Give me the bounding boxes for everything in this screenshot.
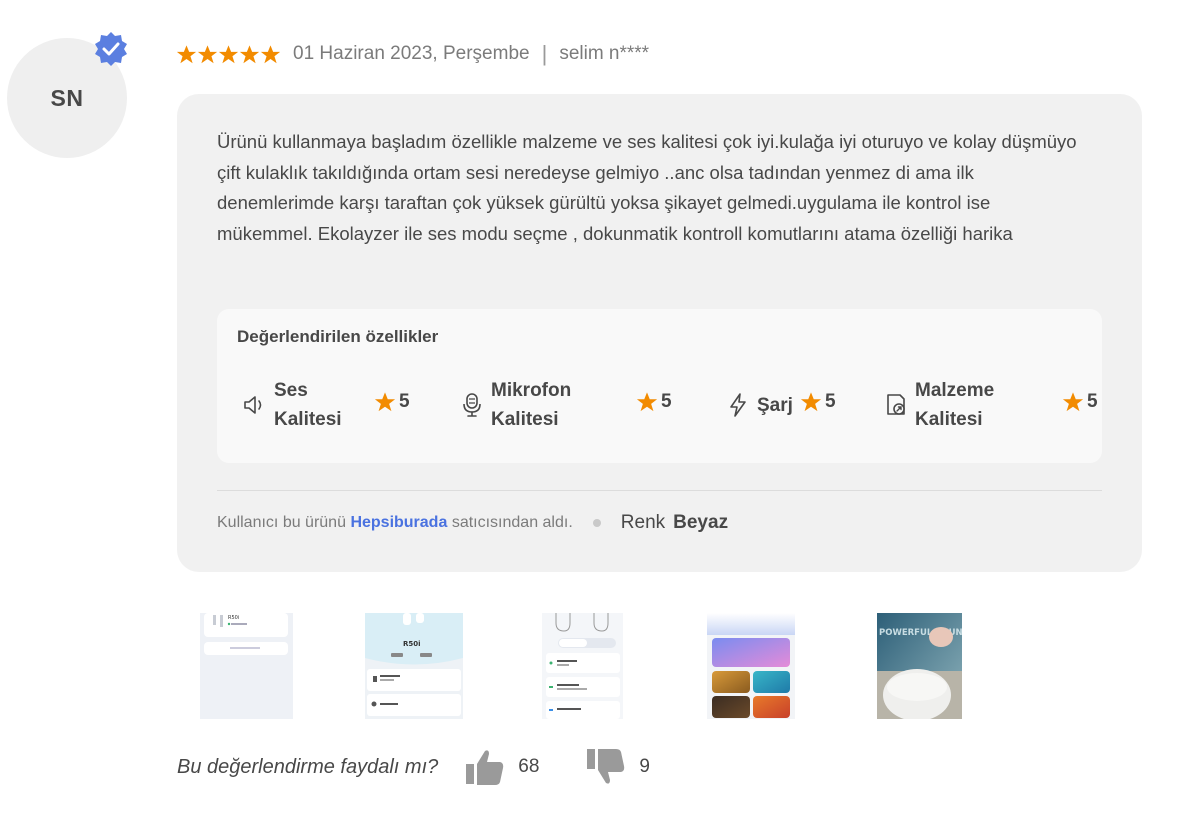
thumbs-up-button[interactable]: 68 bbox=[464, 746, 539, 788]
app-screenshot-image bbox=[546, 613, 620, 719]
feature-charging: Şarj bbox=[725, 375, 793, 435]
app-screenshot-image: R50i bbox=[204, 613, 288, 655]
feature-label: Malzeme Kalitesi bbox=[915, 380, 995, 430]
upvote-count: 68 bbox=[518, 756, 540, 777]
review-image-thumbnail[interactable] bbox=[707, 613, 795, 719]
reviewer-name: selim n**** bbox=[559, 43, 650, 64]
star-icon bbox=[260, 44, 281, 63]
color-value: Beyaz bbox=[673, 512, 729, 533]
star-icon bbox=[176, 44, 197, 63]
review-image-thumbnail[interactable]: R50i bbox=[365, 613, 463, 719]
thumbs-down-icon bbox=[587, 749, 625, 784]
star-icon bbox=[218, 44, 239, 63]
meta-separator: | bbox=[541, 41, 548, 66]
review-meta-row: 01 Haziran 2023, Perşembe | selim n**** bbox=[176, 40, 649, 68]
star-icon bbox=[239, 44, 260, 63]
seller-link[interactable]: Hepsiburada bbox=[350, 514, 447, 532]
microphone-icon bbox=[463, 393, 481, 417]
product-photo-image: POWERFUL SOUND bbox=[877, 613, 962, 719]
thumbs-up-icon bbox=[466, 750, 504, 785]
rating-stars bbox=[176, 44, 281, 65]
review-image-thumbnail[interactable]: POWERFUL SOUND bbox=[877, 613, 962, 719]
svg-text:R50i: R50i bbox=[228, 615, 239, 621]
feature-label: Mikrofon Kalitesi bbox=[491, 380, 572, 430]
material-icon bbox=[887, 394, 905, 415]
star-icon bbox=[197, 44, 218, 63]
star-icon bbox=[800, 392, 822, 412]
feature-microphone-quality: Mikrofon Kalitesi bbox=[459, 375, 571, 435]
lightning-icon bbox=[730, 393, 746, 417]
feature-material-quality: Malzeme Kalitesi bbox=[883, 375, 994, 435]
feature-score: 5 bbox=[636, 391, 672, 413]
reviewer-initials: SN bbox=[50, 84, 84, 111]
feature-label: Ses Kalitesi bbox=[274, 380, 342, 430]
feature-score: 5 bbox=[374, 391, 410, 413]
svg-text:R50i: R50i bbox=[403, 640, 421, 648]
rated-features-title: Değerlendirilen özellikler bbox=[237, 327, 439, 346]
feature-sound-quality: Ses Kalitesi bbox=[242, 375, 342, 435]
app-screenshot-image: R50i bbox=[365, 613, 463, 716]
divider bbox=[217, 490, 1102, 491]
thumbs-down-button[interactable]: 9 bbox=[585, 746, 650, 788]
feature-score: 5 bbox=[800, 391, 836, 413]
star-icon bbox=[374, 392, 396, 412]
star-icon bbox=[1062, 392, 1084, 412]
review-date: 01 Haziran 2023, Perşembe bbox=[293, 43, 530, 64]
separator-dot bbox=[592, 519, 601, 527]
purchase-info: Kullanıcı bu ürünü Hepsiburada satıcısın… bbox=[217, 510, 728, 536]
downvote-count: 9 bbox=[639, 756, 650, 777]
verified-badge-icon bbox=[95, 32, 127, 66]
app-screenshot-image bbox=[707, 613, 795, 718]
purchase-suffix: satıcısından aldı. bbox=[451, 514, 573, 531]
review-panel: Ürünü kullanmaya başladım özellikle malz… bbox=[177, 94, 1142, 572]
review-image-thumbnail[interactable] bbox=[542, 613, 623, 719]
helpful-vote-row: Bu değerlendirme faydalı mı? 68 9 bbox=[177, 746, 650, 788]
speaker-icon bbox=[244, 396, 262, 414]
feature-label: Şarj bbox=[757, 394, 793, 416]
rated-features-card: Değerlendirilen özellikler Ses Kalitesi … bbox=[217, 309, 1102, 463]
review-text: Ürünü kullanmaya başladım özellikle malz… bbox=[217, 131, 1077, 244]
helpful-question: Bu değerlendirme faydalı mı? bbox=[177, 755, 439, 778]
color-label: Renk bbox=[620, 512, 666, 533]
purchase-prefix: Kullanıcı bu ürünü bbox=[217, 514, 346, 531]
review-image-thumbnail[interactable]: R50i bbox=[200, 613, 293, 719]
feature-score: 5 bbox=[1062, 391, 1098, 413]
star-icon bbox=[636, 392, 658, 412]
